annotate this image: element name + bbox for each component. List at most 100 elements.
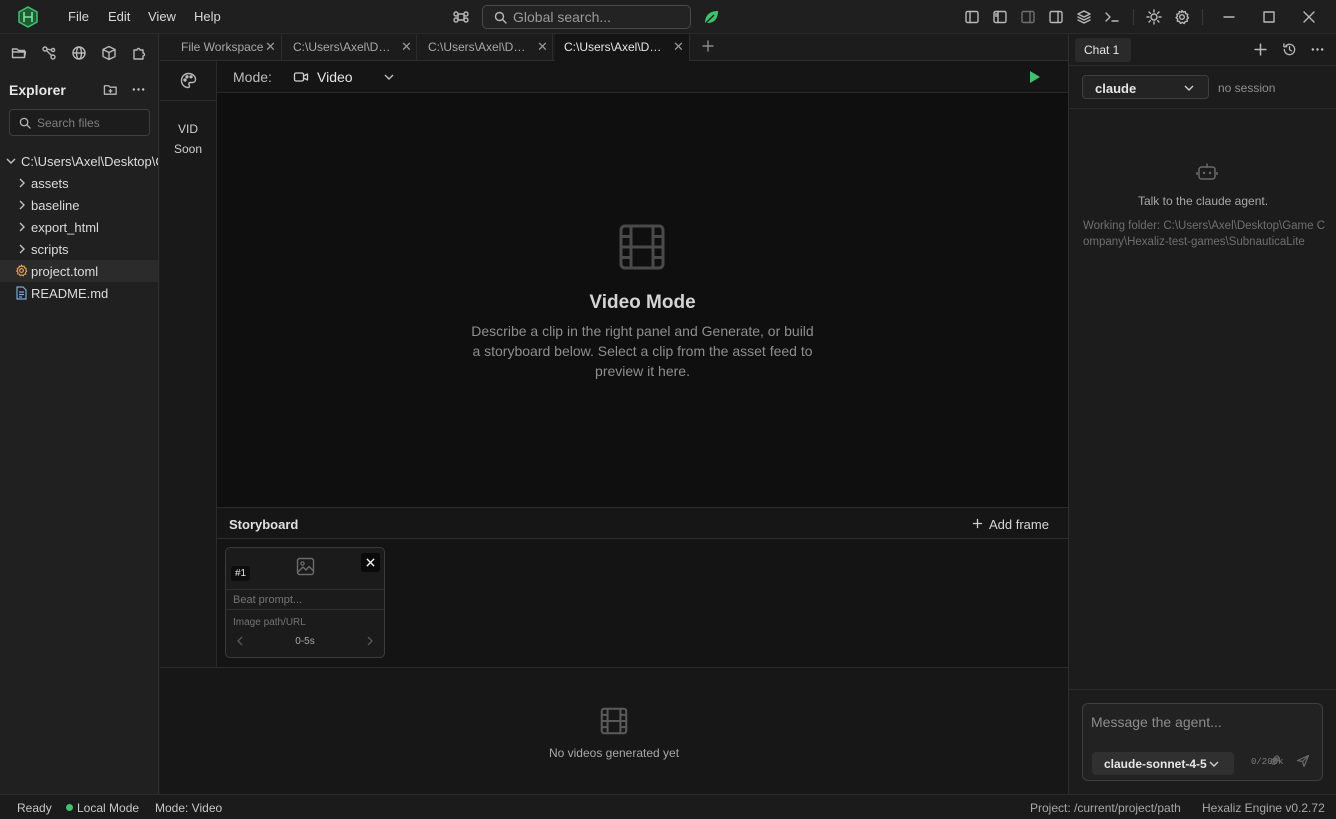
bot-icon <box>1196 162 1218 182</box>
file-search-box[interactable] <box>9 109 150 136</box>
maximize-window-icon[interactable] <box>1261 9 1277 25</box>
frame-number-badge: #1 <box>231 566 251 581</box>
image-path-input[interactable] <box>226 614 384 630</box>
puzzle-icon[interactable] <box>131 45 147 61</box>
close-tab-icon[interactable]: ✕ <box>401 39 412 55</box>
play-icon[interactable] <box>1029 70 1041 84</box>
video-camera-icon <box>293 72 309 82</box>
film-icon <box>600 707 628 735</box>
chat-tab[interactable]: Chat 1 <box>1075 38 1131 62</box>
send-icon[interactable] <box>1296 754 1310 768</box>
config-gear-icon <box>15 264 28 277</box>
tree-item-baseline[interactable]: baseline <box>0 194 158 216</box>
history-icon[interactable] <box>1282 42 1297 57</box>
video-preview-area: Video Mode Describe a clip in the right … <box>217 93 1068 507</box>
message-input[interactable] <box>1091 714 1311 736</box>
tree-item-label: project.toml <box>31 264 99 279</box>
new-folder-icon[interactable] <box>103 82 118 97</box>
status-bar: Ready Local Mode Mode: Video Project: /c… <box>0 794 1336 819</box>
session-status: no session <box>1218 81 1276 95</box>
more-options-icon[interactable] <box>1310 42 1325 57</box>
folder-open-icon[interactable] <box>11 45 27 61</box>
tree-item-scripts[interactable]: scripts <box>0 238 158 260</box>
new-chat-icon[interactable] <box>1254 43 1267 56</box>
menu-help[interactable]: Help <box>194 9 221 24</box>
settings-gear-icon[interactable] <box>1174 9 1190 25</box>
tree-root[interactable]: C:\Users\Axel\Desktop\Game Company\Hexal… <box>0 150 158 172</box>
tab-file-workspace[interactable]: File Workspace ✕ <box>172 34 282 61</box>
chevron-right-icon <box>19 222 25 232</box>
file-search-input[interactable] <box>37 116 147 130</box>
title-bar: File Edit View Help <box>0 0 1336 34</box>
menu-file[interactable]: File <box>68 9 89 24</box>
theme-toggle-icon[interactable] <box>1146 9 1162 25</box>
status-local-mode[interactable]: Local Mode <box>77 801 139 815</box>
tree-item-export-html[interactable]: export_html <box>0 216 158 238</box>
command-palette-icon[interactable] <box>453 9 469 25</box>
menu-view[interactable]: View <box>148 9 176 24</box>
explorer-title: Explorer <box>9 82 66 98</box>
attach-icon[interactable] <box>1269 754 1282 767</box>
new-tab-icon[interactable] <box>702 40 714 52</box>
chevron-right-icon[interactable] <box>367 636 373 646</box>
palette-icon[interactable] <box>180 72 197 89</box>
close-tab-icon[interactable]: ✕ <box>673 39 684 55</box>
delete-frame-button[interactable] <box>361 553 380 572</box>
status-project-path: Project: /current/project/path <box>1030 801 1181 815</box>
globe-icon[interactable] <box>71 45 87 61</box>
chat-divider <box>1069 689 1336 690</box>
toggle-center-panel-icon[interactable] <box>1020 9 1036 25</box>
tab-label: C:\Users\Axel\Desktop <box>564 40 667 54</box>
more-options-icon[interactable] <box>131 82 146 97</box>
close-tab-icon[interactable]: ✕ <box>537 39 548 55</box>
chat-divider <box>1069 108 1336 109</box>
toolbar-divider <box>1133 9 1134 25</box>
tree-item-assets[interactable]: assets <box>0 172 158 194</box>
layers-icon[interactable] <box>1076 9 1092 25</box>
beat-prompt-input[interactable] <box>226 589 384 610</box>
image-placeholder-icon[interactable] <box>296 557 315 576</box>
cube-icon[interactable] <box>101 45 117 61</box>
add-frame-button[interactable]: Add frame <box>970 515 1058 533</box>
tab-path-3[interactable]: C:\Users\Axel\Desktop ✕ <box>555 34 690 61</box>
close-icon <box>366 558 375 567</box>
tree-item-project-toml[interactable]: project.toml <box>0 260 158 282</box>
storyboard-header: Storyboard Add frame <box>217 507 1068 539</box>
leaf-icon[interactable] <box>703 9 719 25</box>
status-ready: Ready <box>17 801 52 815</box>
menu-edit[interactable]: Edit <box>108 9 130 24</box>
frame-timing: 0-5s <box>295 636 315 647</box>
model-select[interactable]: claude-sonnet-4-5 <box>1092 752 1234 775</box>
global-search-box[interactable] <box>482 5 691 29</box>
chat-empty-title: Talk to the claude agent. <box>1137 194 1269 208</box>
chevron-right-icon <box>19 244 25 254</box>
tab-path-1[interactable]: C:\Users\Axel\Desktop ✕ <box>284 34 417 61</box>
global-search-input[interactable] <box>513 9 683 25</box>
storyboard-frame-card[interactable]: #1 0-5s <box>225 547 385 658</box>
close-window-icon[interactable] <box>1301 9 1317 25</box>
search-icon <box>494 11 507 24</box>
mode-dropdown[interactable]: Video <box>291 65 401 89</box>
status-engine-version: Hexaliz Engine v0.2.72 <box>1202 801 1325 815</box>
mode-side-strip: VID Soon <box>160 61 217 667</box>
toggle-left-sidebar-icon[interactable] <box>964 9 980 25</box>
mode-badge: VID <box>177 122 198 136</box>
toggle-right-sidebar-icon[interactable] <box>1048 9 1064 25</box>
close-tab-icon[interactable]: ✕ <box>265 39 276 55</box>
chevron-down-icon <box>1184 85 1194 91</box>
tree-item-readme[interactable]: README.md <box>0 282 158 304</box>
chat-tab-label: Chat 1 <box>1084 43 1120 57</box>
terminal-icon[interactable] <box>1104 9 1120 25</box>
chevron-right-icon <box>19 178 25 188</box>
minimize-window-icon[interactable] <box>1221 9 1237 25</box>
toggle-side-panel-icon[interactable] <box>992 9 1008 25</box>
add-frame-label: Add frame <box>989 517 1049 532</box>
chevron-right-icon <box>19 200 25 210</box>
agent-select[interactable]: claude <box>1082 75 1209 99</box>
working-folder-text: Working folder: C:\Users\Axel\Desktop\Ga… <box>1083 218 1328 250</box>
left-panel: Explorer C:\Users\Axel\Desktop\Game Comp… <box>0 34 159 794</box>
node-graph-icon[interactable] <box>41 45 57 61</box>
tab-path-2[interactable]: C:\Users\Axel\Desktop ✕ <box>419 34 553 61</box>
film-icon <box>618 223 666 271</box>
search-icon <box>19 117 31 129</box>
